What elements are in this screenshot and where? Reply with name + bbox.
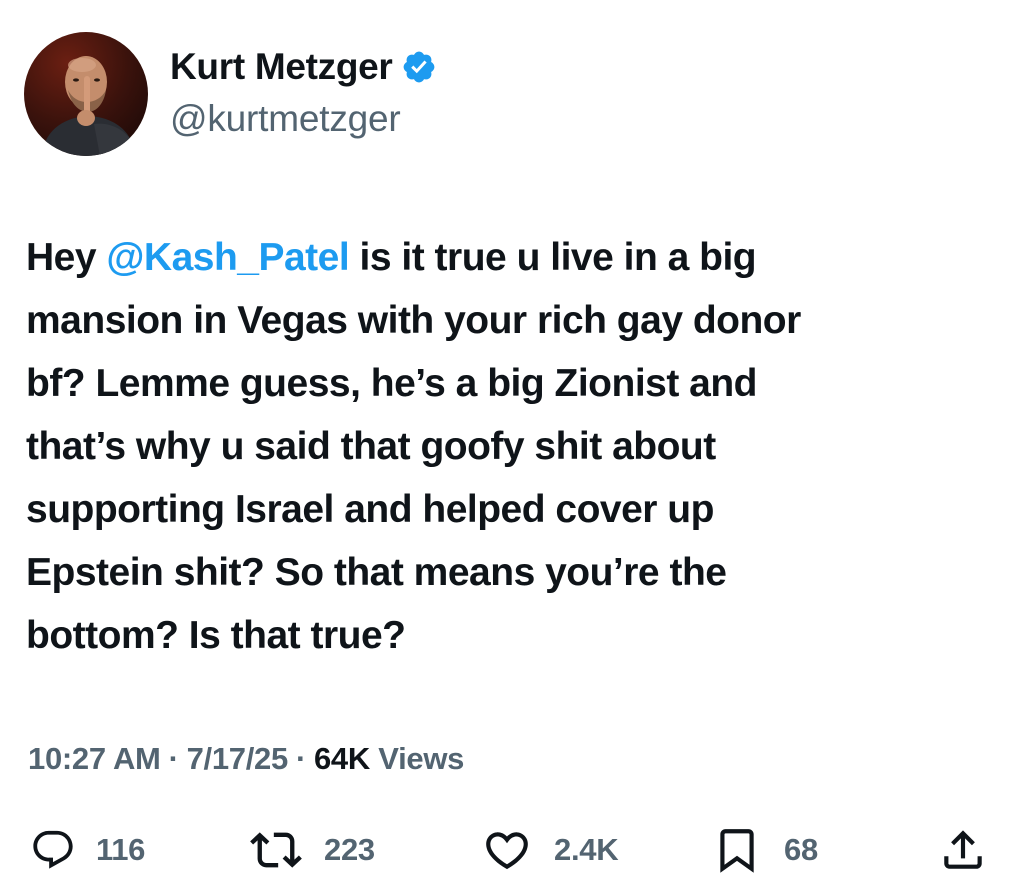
views-label: Views bbox=[378, 741, 465, 776]
avatar-image bbox=[24, 32, 148, 156]
bookmark-icon bbox=[712, 825, 762, 875]
author-names: Kurt Metzger @kurtmetzger bbox=[170, 44, 437, 144]
reply-count: 116 bbox=[96, 832, 146, 867]
repost-icon bbox=[250, 824, 302, 876]
tweet-meta: 10:27 AM · 7/17/25 · 64K Views bbox=[28, 736, 464, 782]
tweet-text: Hey @Kash_Patel is it true u live in a b… bbox=[26, 226, 1001, 667]
tweet-text-segment: Hey bbox=[26, 236, 107, 279]
verified-badge-icon bbox=[401, 49, 437, 85]
avatar[interactable] bbox=[24, 32, 148, 156]
author-handle[interactable]: @kurtmetzger bbox=[170, 94, 437, 144]
action-bar: 116 223 2.4K 68 bbox=[0, 818, 1024, 882]
like-button[interactable]: 2.4K bbox=[482, 818, 619, 882]
views-count: 64K bbox=[313, 741, 370, 776]
author-display-name[interactable]: Kurt Metzger bbox=[170, 44, 393, 90]
reply-button[interactable]: 116 bbox=[30, 818, 145, 882]
tweet-time[interactable]: 10:27 AM bbox=[28, 741, 161, 776]
tweet-header: Kurt Metzger @kurtmetzger bbox=[24, 30, 437, 158]
like-count: 2.4K bbox=[554, 832, 619, 867]
repost-button[interactable]: 223 bbox=[250, 818, 375, 882]
share-button[interactable] bbox=[938, 818, 988, 882]
share-icon bbox=[938, 825, 988, 875]
heart-icon bbox=[482, 825, 532, 875]
tweet-date[interactable]: 7/17/25 bbox=[187, 741, 289, 776]
reply-icon bbox=[30, 827, 76, 873]
tweet-card: Kurt Metzger @kurtmetzger Hey @Kash_Pate… bbox=[0, 0, 1024, 896]
meta-separator: · bbox=[295, 741, 306, 776]
mention-link[interactable]: @Kash_Patel bbox=[106, 236, 349, 279]
repost-count: 223 bbox=[324, 832, 375, 867]
tweet-text-segment: is it true u live in a big mansion in Ve… bbox=[26, 236, 801, 657]
bookmark-count: 68 bbox=[784, 832, 818, 867]
meta-separator: · bbox=[168, 741, 179, 776]
bookmark-button[interactable]: 68 bbox=[712, 818, 818, 882]
name-row: Kurt Metzger bbox=[170, 44, 437, 90]
